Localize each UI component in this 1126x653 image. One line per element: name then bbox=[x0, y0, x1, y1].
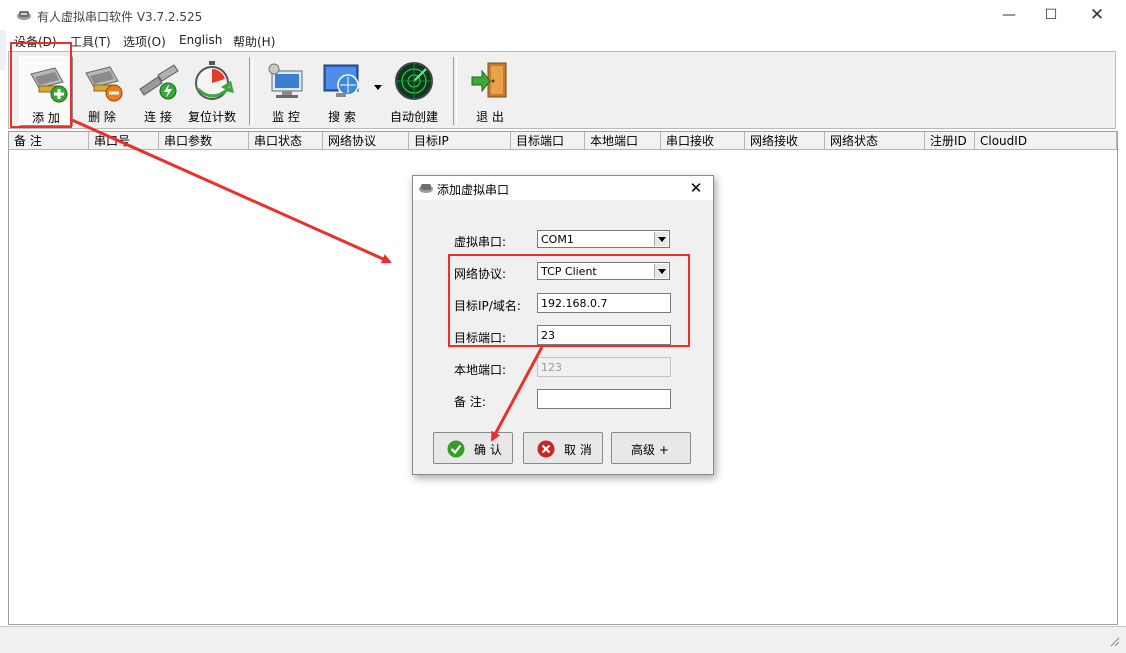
close-icon bbox=[537, 440, 555, 458]
reset-count-button[interactable]: 复位计数 bbox=[185, 56, 239, 126]
toolbar-separator bbox=[249, 57, 253, 125]
delete-port-icon bbox=[85, 66, 123, 102]
column-header-port-status[interactable]: 串口状态 bbox=[249, 132, 323, 150]
menu-tools[interactable]: 工具(T) bbox=[70, 33, 111, 50]
search-button-label: 搜 索 bbox=[328, 110, 356, 124]
dialog-close-button[interactable]: ✕ bbox=[685, 177, 707, 199]
close-button[interactable]: ✕ bbox=[1074, 0, 1120, 30]
menu-options[interactable]: 选项(O) bbox=[123, 33, 166, 50]
connect-icon bbox=[139, 64, 179, 100]
minimize-button[interactable]: — bbox=[986, 0, 1032, 30]
column-header-port[interactable]: 串口号 bbox=[89, 132, 159, 150]
delete-button-label: 删 除 bbox=[88, 110, 116, 124]
maximize-button[interactable]: ☐ bbox=[1028, 0, 1074, 30]
advanced-button[interactable]: 高级 + bbox=[611, 432, 691, 464]
annotation-box-add bbox=[10, 42, 72, 128]
column-header-register-id[interactable]: 注册ID bbox=[925, 132, 975, 150]
column-header-net-status[interactable]: 网络状态 bbox=[825, 132, 925, 150]
remark-input[interactable] bbox=[537, 389, 671, 409]
virtual-port-select[interactable]: COM1 bbox=[537, 230, 670, 248]
annotation-box-fields bbox=[448, 254, 690, 347]
search-button[interactable]: 搜 索 bbox=[315, 56, 369, 126]
advanced-button-label: 高级 + bbox=[631, 443, 669, 457]
monitor-button[interactable]: 监 控 bbox=[259, 56, 313, 126]
chevron-down-icon[interactable] bbox=[654, 232, 668, 246]
exit-button[interactable]: 退 出 bbox=[463, 56, 517, 126]
exit-button-label: 退 出 bbox=[476, 110, 504, 124]
confirm-button[interactable]: 确 认 bbox=[433, 432, 513, 464]
stopwatch-icon bbox=[195, 61, 234, 100]
column-header-protocol[interactable]: 网络协议 bbox=[323, 132, 409, 150]
dialog-title-bar: 添加虚拟串口 ✕ bbox=[413, 176, 713, 200]
remark-label: 备 注: bbox=[454, 395, 486, 409]
app-logo-icon bbox=[17, 11, 31, 20]
column-header-cloud-id[interactable]: CloudID bbox=[975, 132, 1117, 150]
dialog-app-icon bbox=[419, 184, 433, 193]
monitor-icon bbox=[268, 63, 303, 98]
auto-create-button[interactable]: 自动创建 bbox=[387, 56, 441, 126]
exit-door-icon bbox=[471, 62, 507, 98]
cancel-button-label: 取 消 bbox=[564, 443, 592, 457]
connect-button-label: 连 接 bbox=[144, 110, 172, 124]
column-header-port-rx[interactable]: 串口接收 bbox=[661, 132, 745, 150]
title-bar: 有人虚拟串口软件 V3.7.2.525 — ☐ ✕ bbox=[0, 0, 1126, 30]
column-header-port-params[interactable]: 串口参数 bbox=[159, 132, 249, 150]
column-header-remark[interactable]: 备 注 bbox=[9, 132, 89, 150]
local-port-input bbox=[537, 357, 671, 377]
resize-grip-icon[interactable] bbox=[1108, 635, 1120, 647]
connect-button[interactable]: 连 接 bbox=[131, 56, 185, 126]
reset-count-button-label: 复位计数 bbox=[187, 110, 236, 124]
column-header-target-port[interactable]: 目标端口 bbox=[511, 132, 585, 150]
radar-icon bbox=[395, 62, 433, 100]
virtual-port-value: COM1 bbox=[541, 233, 574, 246]
local-port-label: 本地端口: bbox=[454, 363, 507, 377]
cancel-button[interactable]: 取 消 bbox=[523, 432, 603, 464]
toolbar-separator bbox=[453, 57, 457, 125]
window-title: 有人虚拟串口软件 V3.7.2.525 bbox=[37, 10, 203, 24]
check-icon bbox=[447, 440, 465, 458]
menu-help[interactable]: 帮助(H) bbox=[233, 33, 275, 50]
column-header-net-rx[interactable]: 网络接收 bbox=[745, 132, 825, 150]
dialog-title: 添加虚拟串口 bbox=[437, 183, 510, 197]
auto-create-button-label: 自动创建 bbox=[389, 110, 438, 124]
column-header-local-port[interactable]: 本地端口 bbox=[585, 132, 661, 150]
status-bar bbox=[0, 626, 1126, 653]
background-window-strip bbox=[0, 30, 6, 70]
confirm-button-label: 确 认 bbox=[474, 443, 502, 457]
virtual-port-label: 虚拟串口: bbox=[454, 235, 507, 249]
menu-english[interactable]: English bbox=[179, 33, 222, 47]
menu-bar: 设备(D) 工具(T) 选项(O) English 帮助(H) bbox=[0, 30, 1126, 50]
monitor-button-label: 监 控 bbox=[272, 110, 300, 124]
search-dropdown-arrow-icon[interactable] bbox=[373, 82, 383, 92]
column-header-target-ip[interactable]: 目标IP bbox=[409, 132, 511, 150]
search-network-icon bbox=[323, 64, 359, 97]
delete-button[interactable]: 删 除 bbox=[75, 56, 129, 126]
toolbar: 添 加 删 除 连 接 复位计数 监 控 搜 索 自动创建 退 出 bbox=[8, 51, 1116, 129]
